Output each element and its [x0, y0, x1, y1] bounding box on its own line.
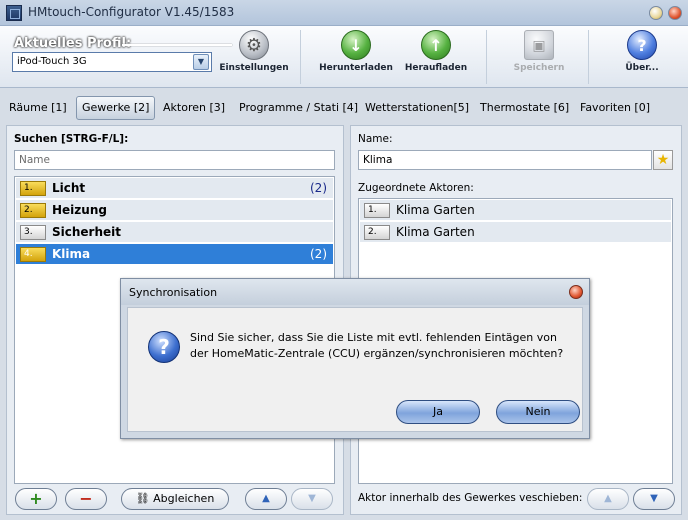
star-icon[interactable]: ★ [653, 150, 673, 170]
item-name: Sicherheit [52, 225, 121, 239]
profile-select[interactable]: iPod-Touch 3G [12, 52, 212, 72]
item-name: Klima [52, 247, 91, 261]
item-number: 4. [20, 247, 46, 262]
toolbar-separator [486, 30, 487, 84]
window-title: HMtouch-Configurator V1.45/1583 [28, 5, 235, 19]
tab-wetterstationen[interactable]: Wetterstationen[5] [360, 96, 474, 120]
tab-gewerke[interactable]: Gewerke [2] [76, 96, 156, 120]
list-item[interactable]: 1. Klima Garten [360, 200, 671, 221]
profile-label: Aktuelles Profil: [14, 36, 132, 51]
list-item[interactable]: 3. Sicherheit [16, 222, 333, 243]
gear-icon: ⚙ [239, 30, 269, 60]
sync-label: Abgleichen [153, 492, 215, 505]
window-titlebar: HMtouch-Configurator V1.45/1583 [0, 0, 688, 26]
search-label: Suchen [STRG-F/L]: [14, 133, 129, 145]
move-actor-label: Aktor innerhalb des Gewerkes veschieben: [358, 492, 583, 504]
app-icon [6, 5, 22, 21]
actor-number: 1. [364, 203, 390, 218]
actor-move-up-button[interactable]: ▲ [587, 488, 629, 510]
list-item[interactable]: 1. Licht (2) [16, 178, 333, 199]
floppy-disk-icon: ▣ [524, 30, 554, 60]
actor-name: Klima Garten [396, 203, 475, 217]
dialog-message: Sind Sie sicher, dass Sie die Liste mit … [190, 330, 570, 362]
name-field[interactable]: Klima [358, 150, 652, 170]
item-name: Heizung [52, 203, 107, 217]
actors-label: Zugeordnete Aktoren: [358, 182, 474, 194]
item-number: 3. [20, 225, 46, 240]
tab-bar: Räume [1] Gewerke [2] Aktoren [3] Progra… [0, 96, 688, 122]
item-number: 2. [20, 203, 46, 218]
download-label: Herunterladen [319, 63, 393, 73]
add-button[interactable]: + [15, 488, 57, 510]
profile-divider [122, 44, 232, 46]
tab-programme[interactable]: Programme / Stati [4] [234, 96, 363, 120]
item-name: Licht [52, 181, 86, 195]
settings-label: Einstellungen [219, 63, 289, 73]
upload-label: Heraufladen [404, 63, 468, 73]
actor-name: Klima Garten [396, 225, 475, 239]
list-item[interactable]: 2. Heizung [16, 200, 333, 221]
dialog-close-button[interactable] [569, 285, 583, 299]
download-button[interactable]: ↓ Herunterladen [316, 26, 396, 88]
dialog-message-line: Sind Sie sicher, dass Sie die Liste mit … [190, 331, 557, 344]
toolbar: Aktuelles Profil: iPod-Touch 3G ▼ ⚙ Eins… [0, 26, 688, 88]
about-button[interactable]: ? Über... [606, 26, 678, 88]
upload-button[interactable]: ↑ Heraufladen [400, 26, 472, 88]
question-icon: ? [148, 331, 180, 363]
settings-button[interactable]: ⚙ Einstellungen [218, 26, 290, 88]
sync-dialog: Synchronisation ? Sind Sie sicher, dass … [120, 278, 590, 439]
move-down-button[interactable]: ▼ [291, 488, 333, 510]
dialog-message-line: der HomeMatic-Zentrale (CCU) ergänzen/sy… [190, 347, 564, 360]
arrow-up-icon: ↑ [421, 30, 451, 60]
help-icon: ? [627, 30, 657, 60]
remove-button[interactable]: − [65, 488, 107, 510]
about-label: Über... [625, 63, 659, 73]
move-up-button[interactable]: ▲ [245, 488, 287, 510]
list-item-selected[interactable]: 4. Klima (2) [16, 244, 333, 265]
arrow-down-icon: ↓ [341, 30, 371, 60]
save-label: Speichern [513, 63, 565, 73]
tab-thermostate[interactable]: Thermostate [6] [475, 96, 574, 120]
save-button[interactable]: ▣ Speichern [504, 26, 574, 88]
toolbar-separator [588, 30, 589, 84]
item-number: 1. [20, 181, 46, 196]
actor-move-down-button[interactable]: ▼ [633, 488, 675, 510]
actor-number: 2. [364, 225, 390, 240]
tab-aktoren[interactable]: Aktoren [3] [158, 96, 230, 120]
tab-raeume[interactable]: Räume [1] [4, 96, 72, 120]
search-input[interactable]: Name [14, 150, 335, 170]
sync-button[interactable]: ⛓ Abgleichen [121, 488, 229, 510]
dialog-title: Synchronisation [129, 286, 218, 299]
close-window-button[interactable] [668, 6, 682, 20]
toolbar-separator [300, 30, 301, 84]
tab-favoriten[interactable]: Favoriten [0] [575, 96, 655, 120]
no-button[interactable]: Nein [496, 400, 580, 424]
item-count: (2) [310, 181, 327, 195]
yes-button[interactable]: Ja [396, 400, 480, 424]
name-label: Name: [358, 133, 393, 145]
list-item[interactable]: 2. Klima Garten [360, 222, 671, 243]
chevron-down-icon[interactable]: ▼ [193, 54, 209, 70]
dialog-titlebar: Synchronisation [121, 279, 589, 305]
link-icon: ⛓ [135, 492, 154, 505]
minimize-button[interactable] [649, 6, 663, 20]
item-count: (2) [310, 247, 327, 261]
dialog-body: ? Sind Sie sicher, dass Sie die Liste mi… [127, 307, 583, 432]
